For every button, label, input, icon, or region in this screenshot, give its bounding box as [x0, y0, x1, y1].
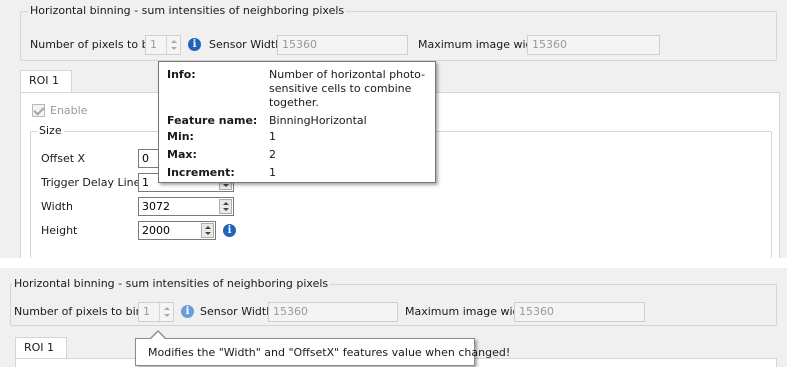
enable-checkbox[interactable] — [32, 104, 45, 117]
tooltip-min-key: Min: — [167, 130, 194, 143]
pixels-to-bin-value: 1 — [150, 38, 157, 51]
tooltip-info-key: Info: — [167, 68, 196, 81]
sensor-width-field[interactable]: 15360 — [277, 35, 408, 55]
pixels-to-bin-label: Number of pixels to bin — [30, 38, 159, 51]
tooltip-feature-key: Feature name: — [167, 114, 258, 127]
tooltip-max-val: 2 — [269, 148, 276, 161]
tooltip-increment-val: 1 — [269, 166, 276, 179]
tooltip-info-line-2: sensitive cells to combine — [269, 82, 412, 95]
pixels-to-bin-value: 1 — [143, 305, 150, 318]
tooltip-feature-val: BinningHorizontal — [269, 114, 367, 127]
width-value: 3072 — [142, 200, 170, 213]
pixels-to-bin-spinbox[interactable]: 1 — [138, 302, 174, 322]
pixels-to-bin-spinbox[interactable]: 1 — [145, 35, 181, 55]
tab-roi-1[interactable]: ROI 1 — [15, 337, 67, 359]
tooltip-max-key: Max: — [167, 148, 197, 161]
info-icon[interactable]: i — [181, 305, 194, 318]
bottom-panel: Horizontal binning - sum intensities of … — [0, 268, 787, 367]
width-offset-tooltip: Modifies the "Width" and "OffsetX" featu… — [135, 338, 510, 366]
spin-arrows-icon[interactable] — [166, 36, 180, 54]
sensor-width-label: Sensor Width — [200, 305, 274, 318]
feature-info-tooltip: Info: Number of horizontal photo- sensit… — [158, 61, 436, 183]
spin-arrows-icon[interactable] — [159, 303, 173, 321]
max-image-width-label: Maximum image width — [418, 38, 544, 51]
tooltip-increment-key: Increment: — [167, 166, 235, 179]
height-value: 2000 — [142, 224, 170, 237]
trigger-delay-lines-value: 1 — [142, 176, 149, 189]
spin-arrows-icon[interactable] — [219, 199, 232, 214]
tooltip-info-line-3: together. — [269, 96, 319, 109]
enable-label: Enable — [50, 104, 88, 117]
width-spinbox[interactable]: 3072 — [138, 197, 234, 216]
tooltip-min-val: 1 — [269, 130, 276, 143]
trigger-delay-lines-label: Trigger Delay Lines — [41, 176, 147, 189]
offset-x-value: 0 — [142, 152, 149, 165]
width-label: Width — [41, 200, 73, 213]
max-image-width-field[interactable]: 15360 — [527, 35, 660, 55]
size-group-title: Size — [37, 124, 64, 137]
tooltip-text: Modifies the "Width" and "OffsetX" featu… — [148, 346, 511, 359]
tooltip-info-line-1: Number of horizontal photo- — [269, 68, 426, 81]
top-panel: Horizontal binning - sum intensities of … — [0, 0, 787, 258]
offset-x-label: Offset X — [41, 152, 86, 165]
tab-roi-1[interactable]: ROI 1 — [20, 70, 72, 93]
max-image-width-field[interactable]: 15360 — [514, 302, 645, 322]
sensor-width-label: Sensor Width — [209, 38, 283, 51]
info-icon[interactable]: i — [223, 224, 236, 237]
spin-arrows-icon[interactable] — [201, 223, 214, 238]
info-icon[interactable]: i — [188, 38, 201, 51]
pixels-to-bin-label: Number of pixels to bin — [14, 305, 143, 318]
binning-group-title: Horizontal binning - sum intensities of … — [28, 4, 347, 17]
height-spinbox[interactable]: 2000 — [138, 221, 216, 240]
binning-group-title: Horizontal binning - sum intensities of … — [12, 277, 331, 290]
height-label: Height — [41, 224, 78, 237]
sensor-width-field[interactable]: 15360 — [268, 302, 398, 322]
tooltip-pointer — [151, 332, 165, 339]
max-image-width-label: Maximum image width — [405, 305, 531, 318]
